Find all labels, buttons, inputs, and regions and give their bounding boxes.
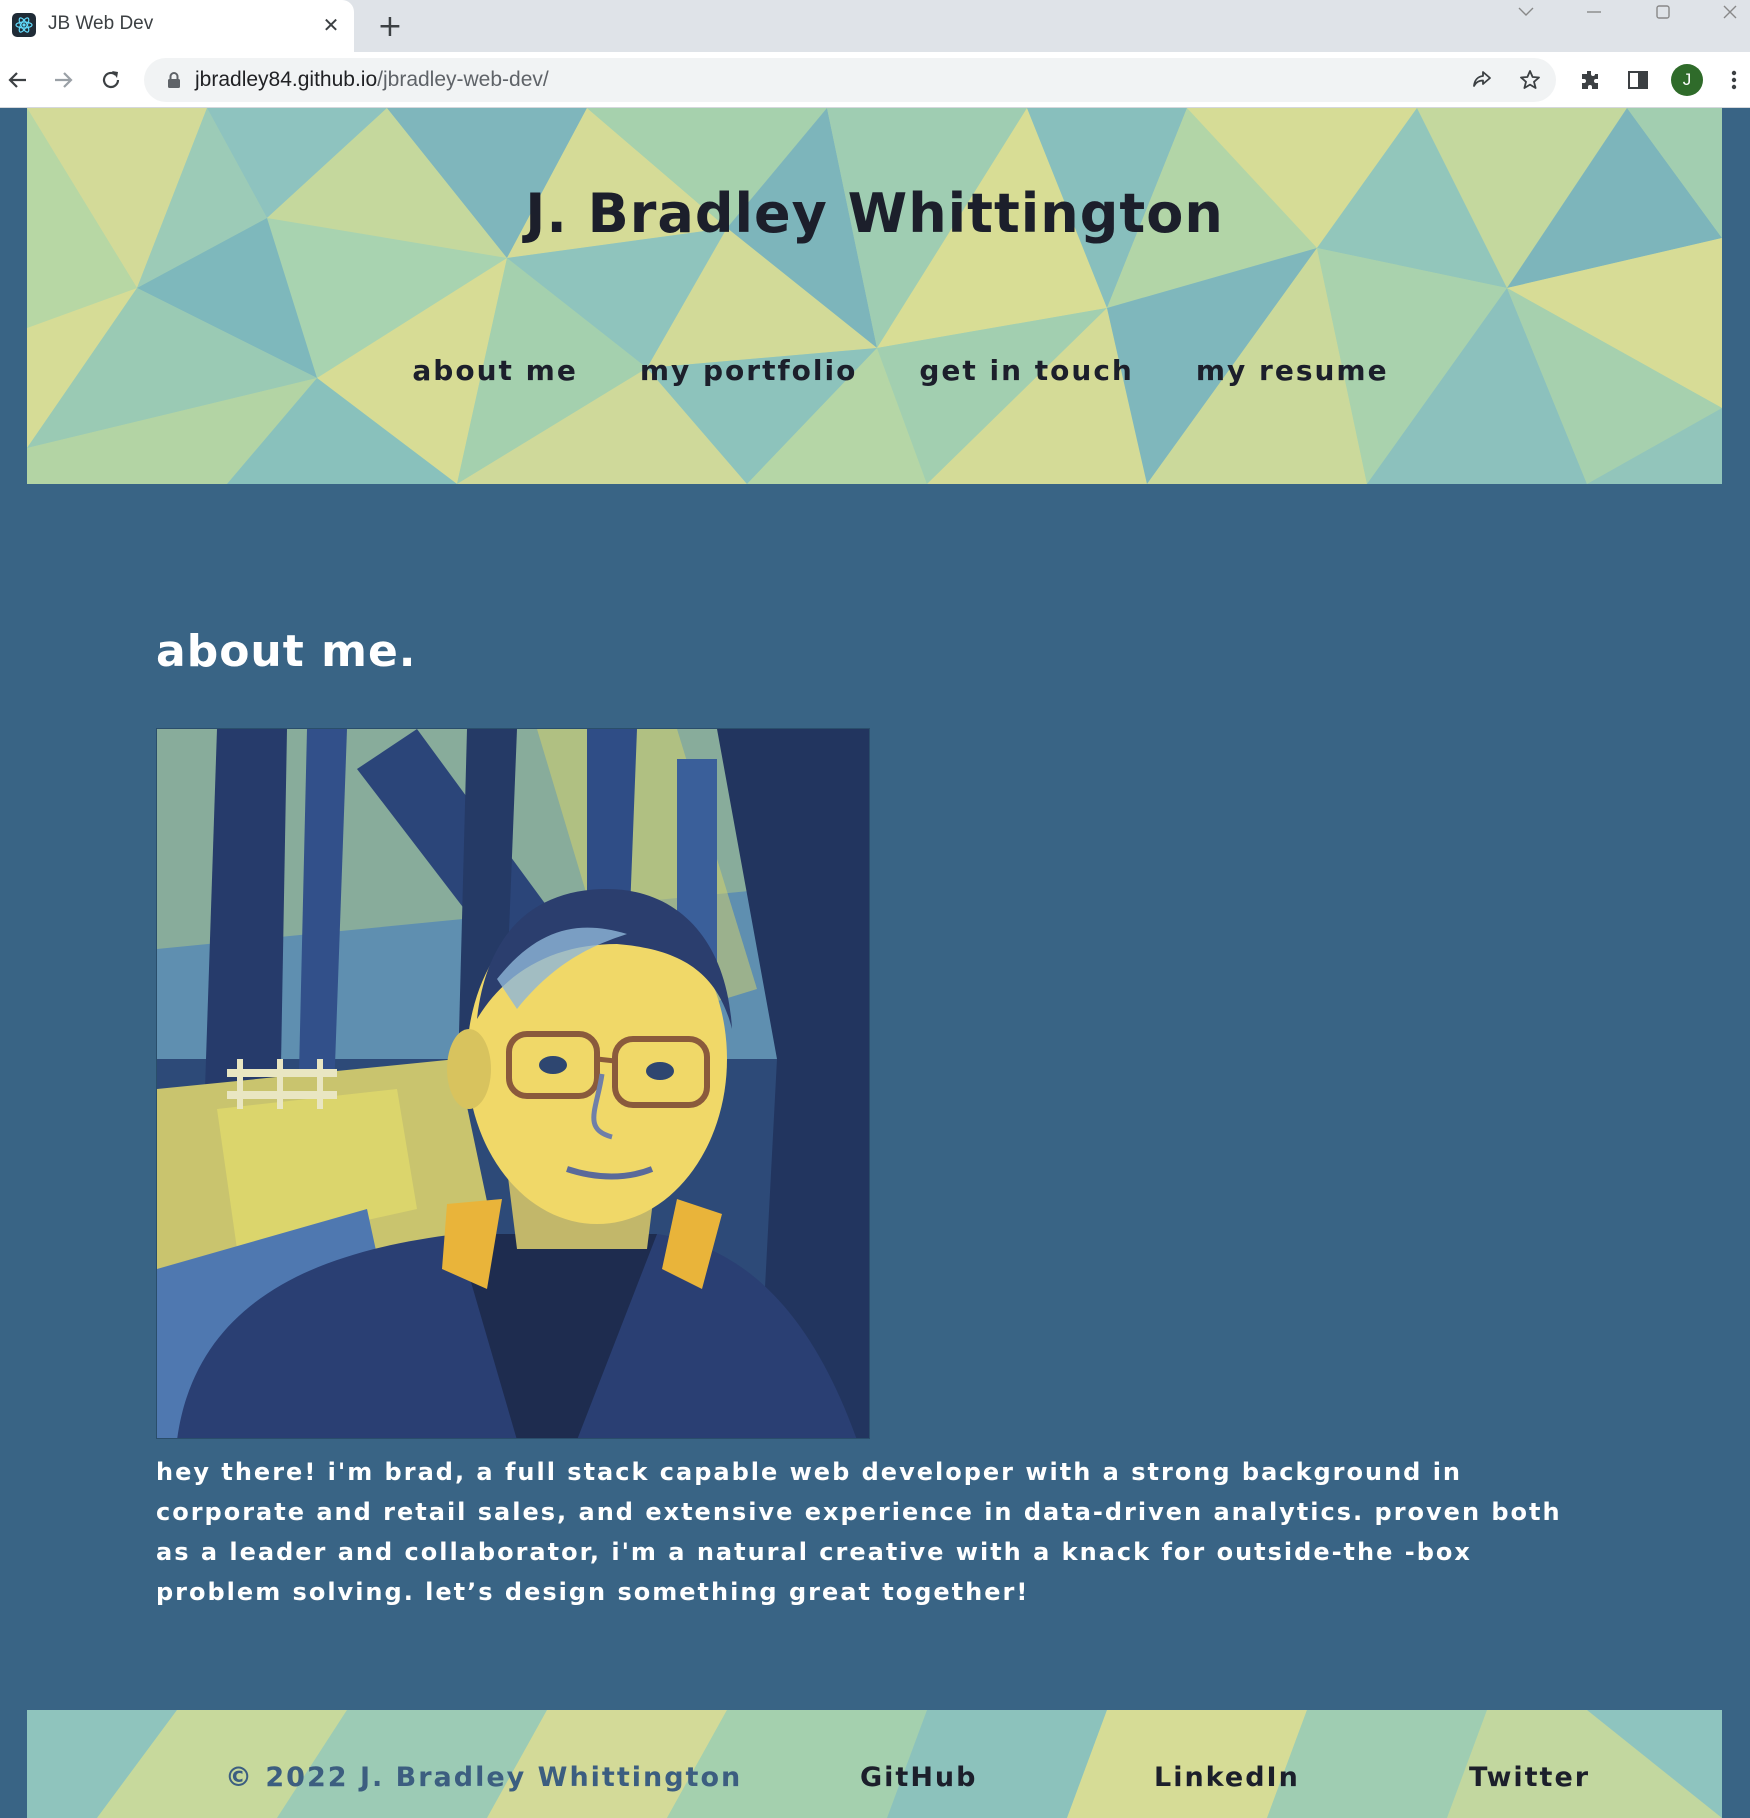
footer-twitter-link[interactable]: Twitter [1469,1762,1590,1793]
new-tab-icon[interactable]: + [373,9,407,44]
extensions-icon[interactable] [1572,62,1608,98]
bookmark-star-icon[interactable] [1516,66,1544,94]
profile-avatar[interactable]: J [1669,62,1705,98]
lock-icon[interactable] [166,71,182,93]
page-content: J. Bradley Whittington about me my portf… [0,108,1750,1818]
browser-tab-strip: JB Web Dev ✕ + [0,0,1750,52]
tab-title: JB Web Dev [48,13,154,34]
browser-tab[interactable]: JB Web Dev ✕ [0,0,354,52]
site-footer: © 2022 J. Bradley Whittington GitHub Lin… [27,1710,1722,1818]
back-icon[interactable] [0,62,36,98]
share-icon[interactable] [1468,66,1496,94]
tab-search-icon[interactable] [1506,0,1546,24]
footer-linkedin-link[interactable]: LinkedIn [1154,1762,1300,1793]
minimize-window-icon[interactable] [1574,0,1614,24]
maximize-window-icon[interactable] [1643,0,1683,24]
close-window-icon[interactable] [1710,0,1750,24]
side-panel-icon[interactable] [1620,62,1656,98]
nav-about-me[interactable]: about me [412,354,577,387]
profile-photo [156,728,870,1439]
close-tab-icon[interactable]: ✕ [318,12,344,38]
nav-my-portfolio[interactable]: my portfolio [640,354,858,387]
about-heading: about me. [156,626,417,677]
low-poly-background [27,108,1722,484]
footer-github-link[interactable]: GitHub [860,1762,977,1793]
more-menu-icon[interactable] [1716,62,1750,98]
reload-icon[interactable] [93,62,129,98]
footer-copyright: © 2022 J. Bradley Whittington [225,1762,743,1793]
nav-get-in-touch[interactable]: get in touch [919,354,1134,387]
url-text[interactable]: jbradley84.github.io/jbradley-web-dev/ [195,68,549,92]
react-favicon-icon [12,13,36,37]
site-header: J. Bradley Whittington about me my portf… [27,108,1722,484]
nav-my-resume[interactable]: my resume [1196,354,1389,387]
address-bar[interactable]: jbradley84.github.io/jbradley-web-dev/ [144,58,1556,102]
site-title: J. Bradley Whittington [525,182,1224,245]
bio-text: hey there! i'm brad, a full stack capabl… [156,1458,1562,1606]
browser-toolbar: jbradley84.github.io/jbradley-web-dev/ J [0,52,1750,108]
forward-icon[interactable] [45,62,81,98]
main-navigation: about me my portfolio get in touch my re… [27,354,1722,387]
